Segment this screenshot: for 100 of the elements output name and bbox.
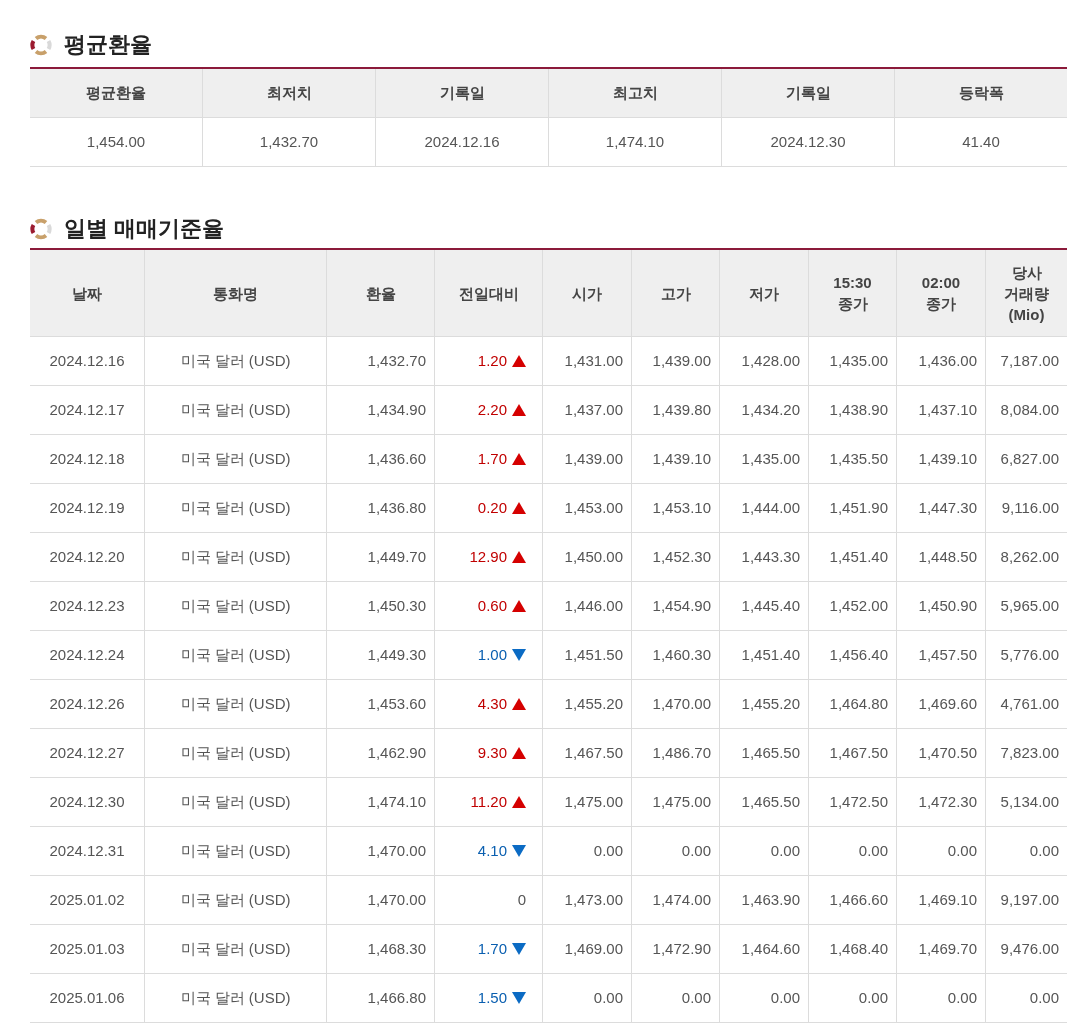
change-cell: 1.70 xyxy=(434,435,542,483)
table-cell: 1,449.30 xyxy=(326,631,434,679)
table-cell: 1,474.10 xyxy=(548,118,721,166)
column-header: 환율 xyxy=(326,250,434,336)
table-cell: 1,439.00 xyxy=(631,337,719,385)
change-cell: 4.30 xyxy=(434,680,542,728)
table-cell: 1,450.30 xyxy=(326,582,434,630)
table-cell: 1,454.90 xyxy=(631,582,719,630)
column-header: 평균환율 xyxy=(85,82,147,103)
table-cell: 1,451.50 xyxy=(542,631,631,679)
table-cell: 1,469.60 xyxy=(896,680,985,728)
table-cell: 1,463.90 xyxy=(719,876,808,924)
table-cell: 1,452.30 xyxy=(631,533,719,581)
table-cell: 1,465.50 xyxy=(719,778,808,826)
table-cell: 7,187.00 xyxy=(985,337,1067,385)
up-triangle-icon xyxy=(512,600,526,612)
table-cell-text: 2024.12.27 xyxy=(48,742,126,763)
table-cell: 1,469.10 xyxy=(896,876,985,924)
down-triangle-icon xyxy=(512,649,526,661)
table-cell-text: 2024.12.31 xyxy=(48,840,126,861)
table-cell: 1,436.80 xyxy=(326,484,434,532)
table-cell: 8,084.00 xyxy=(985,386,1067,434)
table-cell: 1,464.80 xyxy=(808,680,896,728)
column-header: 통화명 xyxy=(144,250,326,336)
up-triangle-icon xyxy=(512,404,526,416)
table-cell: 1,453.60 xyxy=(326,680,434,728)
table-cell: 0.00 xyxy=(896,974,985,1022)
table-cell: 1,439.10 xyxy=(631,435,719,483)
table-cell: 미국 달러 (USD) xyxy=(144,876,326,924)
table-cell-text: 2024.12.19 xyxy=(48,497,126,518)
table-cell: 1,470.00 xyxy=(631,680,719,728)
table-cell: 1,432.70 xyxy=(202,118,375,166)
table-cell-text: 2024.12.24 xyxy=(48,644,126,665)
table-cell: 1,439.10 xyxy=(896,435,985,483)
table-cell: 1,451.40 xyxy=(719,631,808,679)
column-header: 최고치 xyxy=(548,69,721,117)
table-cell-text: 2025.01.06 xyxy=(48,987,126,1008)
table-cell: 미국 달러 (USD) xyxy=(144,631,326,679)
table-cell: 1,443.30 xyxy=(719,533,808,581)
table-cell: 5,965.00 xyxy=(985,582,1067,630)
table-cell: 8,262.00 xyxy=(985,533,1067,581)
table-cell: 0.00 xyxy=(985,827,1067,875)
table-cell: 5,134.00 xyxy=(985,778,1067,826)
table-cell: 0.00 xyxy=(719,974,808,1022)
table-cell: 1,449.70 xyxy=(326,533,434,581)
table-cell-text: 2024.12.20 xyxy=(48,546,126,567)
table-cell: 0.00 xyxy=(631,827,719,875)
column-header: 전일대비 xyxy=(434,250,542,336)
change-cell: 0.20 xyxy=(434,484,542,532)
table-cell: 1,446.00 xyxy=(542,582,631,630)
table-cell: 1,452.00 xyxy=(808,582,896,630)
change-cell: 0.60 xyxy=(434,582,542,630)
change-cell: 1.20 xyxy=(434,337,542,385)
table-cell: 1,436.00 xyxy=(896,337,985,385)
table-cell: 1,457.50 xyxy=(896,631,985,679)
table-cell: 7,823.00 xyxy=(985,729,1067,777)
table-cell: 1,450.90 xyxy=(896,582,985,630)
down-triangle-icon xyxy=(512,943,526,955)
table-cell: 1,465.50 xyxy=(719,729,808,777)
table-cell: 미국 달러 (USD) xyxy=(144,827,326,875)
table-cell: 1,437.00 xyxy=(542,386,631,434)
column-header: 저가 xyxy=(719,250,808,336)
table-cell: 1,434.20 xyxy=(719,386,808,434)
table-cell: 1,468.30 xyxy=(326,925,434,973)
up-triangle-icon xyxy=(512,355,526,367)
table-cell: 0.00 xyxy=(542,827,631,875)
table-cell: 9,476.00 xyxy=(985,925,1067,973)
down-triangle-icon xyxy=(512,845,526,857)
table-cell: 1,472.30 xyxy=(896,778,985,826)
section-title: 일별 매매기준율 xyxy=(64,218,225,240)
table-cell: 1,456.40 xyxy=(808,631,896,679)
table-cell: 1,444.00 xyxy=(719,484,808,532)
table-cell: 1,475.00 xyxy=(542,778,631,826)
change-cell: 1.50 xyxy=(434,974,542,1022)
table-cell: 1,445.40 xyxy=(719,582,808,630)
table-cell: 9,197.00 xyxy=(985,876,1067,924)
table-cell: 1,435.00 xyxy=(808,337,896,385)
change-cell: 11.20 xyxy=(434,778,542,826)
table-cell: 미국 달러 (USD) xyxy=(144,974,326,1022)
table-cell: 1,437.10 xyxy=(896,386,985,434)
column-header: 02:00 종가 xyxy=(896,250,985,336)
up-triangle-icon xyxy=(512,551,526,563)
table-cell: 1,470.50 xyxy=(896,729,985,777)
table-cell: 1,466.60 xyxy=(808,876,896,924)
table-cell-text: 1,454.00 xyxy=(85,131,147,152)
table-cell: 1,436.60 xyxy=(326,435,434,483)
column-header: 기록일 xyxy=(721,69,894,117)
table-cell-text: 2025.01.02 xyxy=(48,889,126,910)
table-cell: 미국 달러 (USD) xyxy=(144,582,326,630)
table-cell: 1,468.40 xyxy=(808,925,896,973)
up-triangle-icon xyxy=(512,502,526,514)
table-cell-text: 2024.12.17 xyxy=(48,399,126,420)
table-cell: 6,827.00 xyxy=(985,435,1067,483)
table-cell: 1,435.50 xyxy=(808,435,896,483)
table-cell: 0.00 xyxy=(631,974,719,1022)
table-cell: 41.40 xyxy=(894,118,1067,166)
section-title: 평균환율 xyxy=(64,34,152,56)
table-cell: 1,428.00 xyxy=(719,337,808,385)
table-cell: 미국 달러 (USD) xyxy=(144,729,326,777)
change-cell: 2.20 xyxy=(434,386,542,434)
